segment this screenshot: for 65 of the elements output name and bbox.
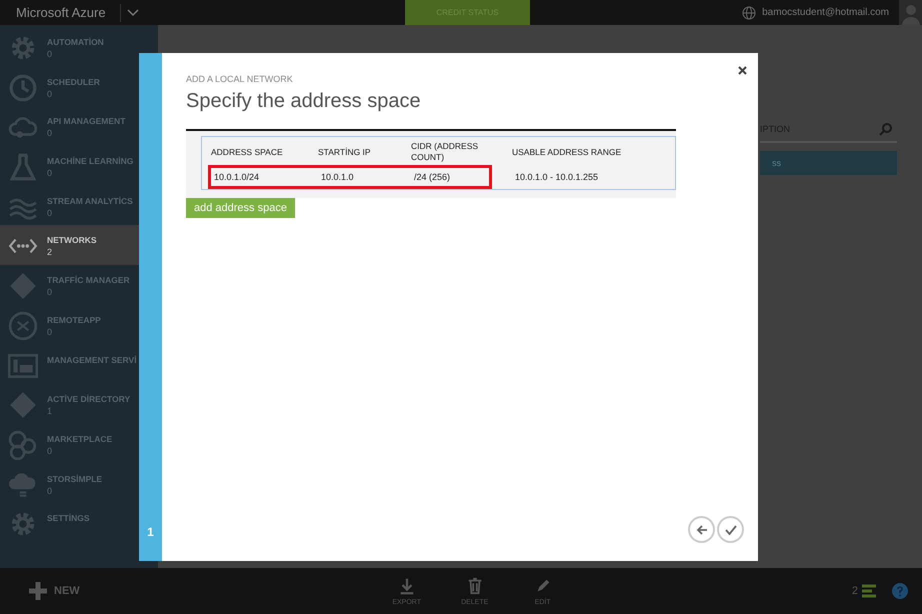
sidebar-item-count: 0 xyxy=(47,168,54,178)
sidebar-item-label: AUTOMATİON xyxy=(47,37,104,47)
sidebar-item[interactable]: MANAGEMENT SERVİ xyxy=(0,344,158,384)
checkmark-icon xyxy=(724,524,736,536)
sidebar-item-label: MANAGEMENT SERVİ xyxy=(47,354,137,364)
sidebar-item-label: API MANAGEMENT xyxy=(47,116,126,126)
sidebar-item-label: MACHİNE LEARNİNG xyxy=(47,156,134,166)
table-cell: /24 (256) xyxy=(411,165,492,189)
list-icon xyxy=(860,584,876,598)
sidebar-item[interactable]: ACTİVE DİRECTORY 1 xyxy=(0,384,158,424)
column-header: STARTİNG IP xyxy=(318,146,372,159)
sidebar-item[interactable]: AUTOMATİON 0 xyxy=(0,27,158,67)
sidebar-item-count: 0 xyxy=(47,88,54,99)
sidebar-item-label: SCHEDULER xyxy=(47,76,100,87)
sidebar-item-count: 2 xyxy=(47,247,54,258)
finish-button[interactable] xyxy=(717,516,744,543)
sidebar-item-label: REMOTEAPP xyxy=(47,314,101,325)
diamond-icon xyxy=(8,390,38,420)
sidebar-item[interactable]: TRAFFİC MANAGER 0 xyxy=(0,265,158,305)
download-icon xyxy=(398,576,416,594)
add-address-space-button[interactable]: add address space xyxy=(186,198,295,218)
sidebar-item-label: ACTİVE DİRECTORY xyxy=(47,394,130,404)
sidebar-item-label: STORSİMPLE xyxy=(47,474,102,484)
sidebar-item-count: 0 xyxy=(47,446,54,456)
flask-icon xyxy=(8,152,38,182)
sidebar-item-count: 1 xyxy=(47,406,54,416)
new-button[interactable]: NEW xyxy=(22,580,86,602)
table-cell-text: 10.0.1.0 - 10.0.1.255 xyxy=(514,171,600,184)
column-header: USABLE ADDRESS RANGE xyxy=(512,146,622,159)
table-cell: 10.0.1.0 xyxy=(318,165,411,189)
list-row[interactable]: ss xyxy=(760,151,897,175)
sidebar-item[interactable]: MACHİNE LEARNİNG 0 xyxy=(0,146,158,186)
back-button[interactable] xyxy=(688,516,715,543)
clock-icon xyxy=(8,72,38,103)
back-arrow-icon xyxy=(696,524,708,536)
sidebar-item-label: STREAM ANALYTİCS xyxy=(47,196,133,206)
sidebar-item-label: MARKETPLACE xyxy=(47,434,112,444)
sidebar-item[interactable]: API MANAGEMENT 0 xyxy=(0,106,158,146)
chevron-down-icon[interactable] xyxy=(127,8,139,16)
notifications-button[interactable]: 2 xyxy=(852,584,876,598)
sidebar-item-count: 0 xyxy=(47,128,54,138)
globe-icon[interactable] xyxy=(742,6,756,20)
sidebar-item-label: NETWORKS xyxy=(47,235,97,246)
sidebar-item-count: 0 xyxy=(47,486,54,496)
step-number: 1 xyxy=(147,525,154,539)
sidebar-item-label: TRAFFİC MANAGER xyxy=(47,275,130,286)
brand-title: Microsoft Azure xyxy=(15,5,107,20)
table-cell: 10.0.1.0/24 xyxy=(208,165,318,189)
account-email[interactable]: bamocstudent@hotmail.com xyxy=(762,7,889,18)
sidebar-item[interactable]: STREAM ANALYTİCS 0 xyxy=(0,186,158,226)
sidebar-item-label: SETTİNGS xyxy=(47,513,90,524)
sidebar-item-count: 0 xyxy=(47,287,54,298)
sidebar-item-count: 0 xyxy=(47,326,54,337)
plus-icon xyxy=(28,581,48,601)
sidebar-item[interactable]: REMOTEAPP 0 xyxy=(0,304,158,344)
column-header: ADDRESS SPACE xyxy=(211,146,284,159)
trash-icon xyxy=(466,576,484,594)
sidebar-item[interactable]: MARKETPLACE 0 xyxy=(0,424,158,464)
sidebar-item-count: 0 xyxy=(47,49,54,59)
dialog-subtitle: ADD A LOCAL NETWORK xyxy=(186,74,294,84)
sidebar-item-count: 0 xyxy=(47,208,54,218)
sidebar-item[interactable]: STORSİMPLE 0 xyxy=(0,464,158,504)
dialog-title: Specify the address space xyxy=(186,90,422,113)
column-header: CIDR (ADDRESS COUNT) xyxy=(411,140,480,164)
sidebar-item[interactable]: SCHEDULER 0 xyxy=(0,66,158,106)
